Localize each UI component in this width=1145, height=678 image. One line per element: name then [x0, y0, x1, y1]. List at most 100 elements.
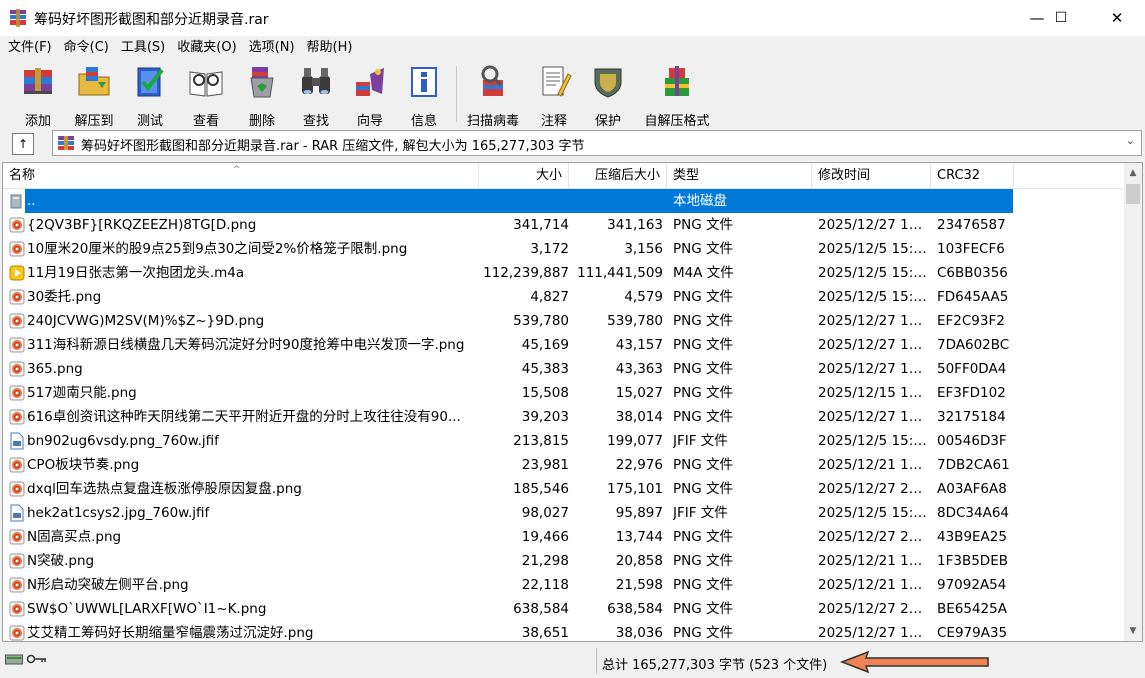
up-arrow-icon: ↑: [17, 137, 29, 151]
file-modified: 2025/12/21 12...: [818, 553, 930, 569]
menu-tools[interactable]: 工具(S): [115, 36, 171, 60]
file-size: 23,981: [521, 457, 569, 473]
path-dropdown-icon[interactable]: ⌄: [1126, 134, 1135, 147]
info-button[interactable]: 信息: [400, 62, 448, 129]
total-summary: 总计 165,277,303 字节 (523 个文件): [602, 658, 828, 673]
column-name[interactable]: 名称 ^: [3, 163, 479, 188]
column-type[interactable]: 类型: [667, 163, 812, 188]
file-packed-size: 95,897: [615, 505, 663, 521]
file-crc32: CE979A35: [937, 625, 1008, 641]
table-row[interactable]: hek2at1csys2.jpg_760w.jfif 98,027 95,897 JF…: [3, 501, 1123, 525]
file-name: 30委托.png: [27, 289, 102, 305]
menu-file[interactable]: 文件(F): [2, 36, 58, 60]
protect-button[interactable]: 保护: [584, 62, 632, 129]
file-packed-size: 539,780: [607, 313, 663, 329]
column-name-label: 名称: [9, 168, 36, 183]
file-modified: 2025/12/27 16...: [818, 361, 930, 377]
extract-to-button[interactable]: 解压到: [68, 62, 120, 129]
key-icon[interactable]: [27, 654, 47, 664]
file-name: dxql回车选热点复盘连板涨停股原因复盘.png: [27, 481, 302, 497]
delete-recycle-icon: [250, 67, 274, 98]
menu-help[interactable]: 帮助(H): [301, 36, 359, 60]
menu-commands[interactable]: 命令(C): [58, 36, 115, 60]
table-row[interactable]: dxql回车选热点复盘连板涨停股原因复盘.png 185,546 175,101 PN…: [3, 477, 1123, 501]
add-button[interactable]: 添加: [12, 62, 64, 129]
file-size: 185,546: [513, 481, 569, 497]
table-row[interactable]: 30委托.png 4,827 4,579 PNG 文件 2025/12/5 15:49 F…: [3, 285, 1123, 309]
file-size: 98,027: [521, 505, 569, 521]
table-row[interactable]: 240JCVWG)M2SV(M)%$Z~}9D.png 539,780 539,78…: [3, 309, 1123, 333]
jfif-file-icon: [10, 504, 24, 522]
sfx-button[interactable]: 自解压格式: [640, 62, 714, 129]
file-modified: 2025/12/15 12...: [818, 385, 930, 401]
file-list[interactable]: 名称 ^ 大小 压缩后大小 类型 修改时间 CRC32 .. 本地磁盘 {2QV3B…: [2, 162, 1143, 642]
file-name: 517迦南只能.png: [27, 385, 137, 401]
scroll-thumb[interactable]: [1126, 184, 1140, 204]
table-row[interactable]: {2QV3BF}[RKQZEEZH)8TG[D.png 341,714 341,16…: [3, 213, 1123, 237]
drive-icon[interactable]: [5, 653, 23, 665]
table-row[interactable]: 10厘米20厘米的股9点25到9点30之间受2%价格笼子限制.png 3,172 3…: [3, 237, 1123, 261]
table-row[interactable]: 艾艾精工筹码好长期缩量窄幅震荡过沉淀好.png 38,651 38,036 PNG 文…: [3, 621, 1123, 641]
add-books-icon: [24, 68, 52, 94]
table-row[interactable]: N固高买点.png 19,466 13,744 PNG 文件 2025/12/27 20…: [3, 525, 1123, 549]
menu-favorites[interactable]: 收藏夹(O): [171, 36, 242, 60]
table-row[interactable]: 517迦南只能.png 15,508 15,027 PNG 文件 2025/12/15 …: [3, 381, 1123, 405]
file-type: PNG 文件: [673, 289, 733, 305]
table-row[interactable]: N形启动突破左侧平台.png 22,118 21,598 PNG 文件 2025/12/…: [3, 573, 1123, 597]
png-image-icon: [9, 361, 25, 377]
up-level-button[interactable]: ↑: [12, 133, 34, 155]
protect-shield-icon: [594, 68, 622, 98]
png-image-icon: [9, 577, 25, 593]
table-row[interactable]: 365.png 45,383 43,363 PNG 文件 2025/12/27 16..…: [3, 357, 1123, 381]
png-image-icon: [9, 241, 25, 257]
wizard-button[interactable]: 向导: [344, 62, 396, 129]
file-packed-size: 20,858: [615, 553, 663, 569]
extract-to-label: 解压到: [74, 114, 114, 129]
winrar-app-icon[interactable]: [9, 9, 27, 27]
scroll-up-icon[interactable]: ▲: [1124, 165, 1142, 181]
archive-path-text: 筹码好坏图形截图和部分近期录音.rar - RAR 压缩文件, 解包大小为 16…: [81, 139, 585, 154]
file-packed-size: 43,363: [615, 361, 663, 377]
file-packed-size: 3,156: [624, 241, 663, 257]
file-name: 10厘米20厘米的股9点25到9点30之间受2%价格笼子限制.png: [27, 241, 408, 257]
test-button[interactable]: 测试: [124, 62, 176, 129]
file-crc32: 7DA602BC: [937, 337, 1010, 353]
column-packed[interactable]: 压缩后大小: [569, 163, 667, 188]
file-type: JFIF 文件: [673, 505, 728, 521]
file-size: 539,780: [513, 313, 569, 329]
file-size: 341,714: [513, 217, 569, 233]
scroll-down-icon[interactable]: ▼: [1124, 623, 1142, 639]
virus-scan-button[interactable]: 扫描病毒: [462, 62, 524, 129]
column-size[interactable]: 大小: [479, 163, 569, 188]
vertical-scrollbar[interactable]: ▲ ▼: [1124, 163, 1142, 641]
sfx-label: 自解压格式: [644, 114, 710, 129]
file-type: PNG 文件: [673, 337, 733, 353]
close-button[interactable]: ✕: [1094, 0, 1140, 36]
file-size: 213,815: [513, 433, 569, 449]
table-row[interactable]: CPO板块节奏.png 23,981 22,976 PNG 文件 2025/12/21 …: [3, 453, 1123, 477]
file-size: 15,508: [521, 385, 569, 401]
column-modified[interactable]: 修改时间: [812, 163, 931, 188]
table-row[interactable]: bn902ug6vsdy.png_760w.jfif 213,815 199,077…: [3, 429, 1123, 453]
table-row[interactable]: N突破.png 21,298 20,858 PNG 文件 2025/12/21 12..…: [3, 549, 1123, 573]
path-combobox[interactable]: 筹码好坏图形截图和部分近期录音.rar - RAR 压缩文件, 解包大小为 16…: [52, 130, 1142, 156]
table-row[interactable]: 311海科新源日线横盘几天筹码沉淀好分时90度抢筹中电兴发顶一字.png 45,1…: [3, 333, 1123, 357]
find-button[interactable]: 查找: [290, 62, 342, 129]
menu-options[interactable]: 选项(N): [243, 36, 301, 60]
column-crc32[interactable]: CRC32: [931, 163, 1014, 188]
table-row[interactable]: 616卓创资讯这种昨天阴线第二天平开附近开盘的分时上攻往往没有90... 39,2…: [3, 405, 1123, 429]
comment-button[interactable]: 注释: [530, 62, 578, 129]
maximize-button[interactable]: ☐: [1038, 0, 1084, 36]
file-packed-size: 22,976: [615, 457, 663, 473]
view-button[interactable]: 查看: [180, 62, 232, 129]
file-packed-size: 38,036: [615, 625, 663, 641]
parent-directory-row[interactable]: .. 本地磁盘: [3, 189, 1123, 213]
table-row[interactable]: 11月19日张志第一次抱团龙头.m4a 112,239,887 111,441,50…: [3, 261, 1123, 285]
status-divider: [596, 648, 597, 674]
delete-button[interactable]: 删除: [236, 62, 288, 129]
file-type: PNG 文件: [673, 457, 733, 473]
file-crc32: A03AF6A8: [937, 481, 1007, 497]
view-label: 查看: [192, 114, 219, 129]
table-row[interactable]: SW$O`UWWL[LARXF[WO`I1~K.png 638,584 638,58…: [3, 597, 1123, 621]
jfif-file-icon: [10, 432, 24, 450]
